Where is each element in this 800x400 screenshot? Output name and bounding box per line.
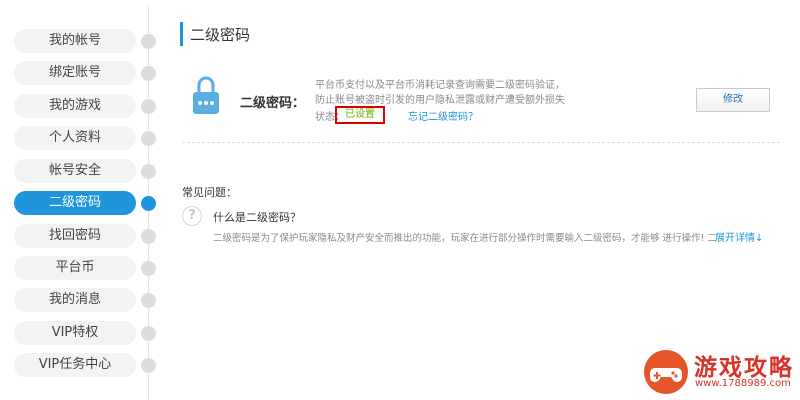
timeline-dot <box>141 34 156 49</box>
sidebar-item-vip-tasks[interactable]: VIP任务中心 <box>14 353 136 377</box>
timeline-dot <box>141 326 156 341</box>
timeline-dot <box>141 229 156 244</box>
sidebar-item-secondary-password[interactable]: 二级密码 <box>14 191 136 215</box>
password-label: 二级密码： <box>240 96 306 111</box>
faq-question: 什么是二级密码？ <box>213 211 301 224</box>
question-icon: ? <box>182 206 202 226</box>
sidebar-item-my-account[interactable]: 我的帐号 <box>14 29 136 53</box>
password-description: 平台币支付以及平台币消耗记录查询需要二级密码验证， 防止账号被盗时引发的用户隐私… <box>315 78 575 108</box>
section-divider <box>182 142 780 143</box>
sidebar-item-my-games[interactable]: 我的游戏 <box>14 94 136 118</box>
lock-icon <box>192 72 220 116</box>
sidebar-item-vip-privileges[interactable]: VIP特权 <box>14 321 136 345</box>
watermark-text: 游戏攻略 <box>694 354 794 381</box>
timeline-dot <box>141 358 156 373</box>
timeline-dot <box>141 131 156 146</box>
timeline-dot-active <box>141 196 156 211</box>
forgot-password-link[interactable]: 忘记二级密码？ <box>408 108 478 123</box>
page-frame: 我的帐号 绑定账号 我的游戏 个人资料 帐号安全 二级密码 找回密码 平台币 我… <box>0 0 800 400</box>
expand-details-link[interactable]: 展开详情↓ <box>715 229 763 244</box>
faq-answer: 二级密码是为了保护玩家隐私及财产安全而推出的功能，玩家在进行部分操作时需要输入二… <box>213 233 717 244</box>
modify-button[interactable]: 修改 <box>696 88 770 112</box>
timeline-dot <box>141 164 156 179</box>
sidebar-item-account-security[interactable]: 帐号安全 <box>14 159 136 183</box>
watermark: 游戏攻略 www.1788989.com <box>640 348 798 396</box>
sidebar-item-bind-account[interactable]: 绑定账号 <box>14 61 136 85</box>
sidebar-nav: 我的帐号 绑定账号 我的游戏 个人资料 帐号安全 二级密码 找回密码 平台币 我… <box>0 0 160 400</box>
timeline-dot <box>141 66 156 81</box>
description-line: 平台币支付以及平台币消耗记录查询需要二级密码验证， <box>315 80 565 91</box>
title-accent-bar <box>180 22 183 46</box>
page-title: 二级密码 <box>190 26 251 44</box>
sidebar-item-recover-password[interactable]: 找回密码 <box>14 224 136 248</box>
timeline-dot <box>141 261 156 276</box>
sidebar-item-platform-coins[interactable]: 平台币 <box>14 256 136 280</box>
sidebar-item-my-messages[interactable]: 我的消息 <box>14 288 136 312</box>
main-content: 二级密码 二级密码： 平台币支付以及平台币消耗记录查询需要二级密码验证， 防止账… <box>160 0 800 400</box>
gamepad-logo-icon <box>644 350 688 394</box>
timeline-dot <box>141 99 156 114</box>
sidebar-item-profile[interactable]: 个人资料 <box>14 126 136 150</box>
watermark-url: www.1788989.com <box>695 378 791 389</box>
timeline-dot <box>141 293 156 308</box>
faq-title: 常见问题： <box>182 186 237 199</box>
status-badge: 已设置 <box>335 106 385 124</box>
